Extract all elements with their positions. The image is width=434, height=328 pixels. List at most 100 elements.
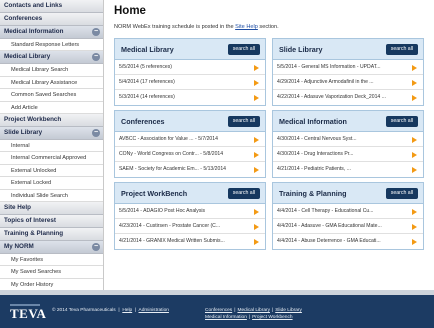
panel-row-text[interactable]: 5/5/2014 - ADAGIO Post Hoc Analysis <box>119 208 205 214</box>
panel-row-text[interactable]: 4/4/2014 - Cell Therapy - Educational Cu… <box>277 208 373 214</box>
sidebar-item-internal[interactable]: Internal <box>0 139 103 153</box>
orange-arrow-icon[interactable] <box>254 239 259 245</box>
panel-row[interactable]: 4/21/2014 - Pediatric Patients, ... <box>273 162 423 177</box>
panel-row[interactable]: SAEM - Society for Academic Em... - 5/13… <box>115 162 265 177</box>
sidebar-item-internal-commercial-approved[interactable]: Internal Commercial Approved <box>0 152 103 165</box>
panel-row-text[interactable]: 4/23/2014 - Custirsen - Prostate Cancer … <box>119 223 220 229</box>
sidebar-item-medical-library-search[interactable]: Medical Library Search <box>0 64 103 77</box>
search-all-button[interactable]: search all <box>385 44 418 55</box>
panel-row-text[interactable]: 5/5/2014 (5 references) <box>119 64 172 70</box>
panel-row-text[interactable]: 5/4/2014 (17 references) <box>119 79 175 85</box>
panel-row[interactable]: CONy - World Congress on Contr... - 5/8/… <box>115 147 265 162</box>
orange-arrow-icon[interactable] <box>412 224 417 230</box>
panel-row-text[interactable]: 4/22/2014 - Adasuve Vaporization Deck_20… <box>277 94 386 100</box>
orange-arrow-icon[interactable] <box>254 137 259 143</box>
sidebar-section-site-help[interactable]: Site Help <box>0 201 103 215</box>
sidebar-item-my-order-history[interactable]: My Order History <box>0 278 103 290</box>
orange-arrow-icon[interactable] <box>254 80 259 86</box>
panel-row-text[interactable]: 5/5/2014 - General MS Information - UPDA… <box>277 64 381 70</box>
orange-arrow-icon[interactable] <box>412 137 417 143</box>
panel-row[interactable]: 5/4/2014 (17 references) <box>115 75 265 90</box>
orange-arrow-icon[interactable] <box>254 167 259 173</box>
sidebar-item-my-saved-searches[interactable]: My Saved Searches <box>0 266 103 279</box>
collapse-minus-icon[interactable]: − <box>92 28 100 36</box>
orange-arrow-icon[interactable] <box>254 65 259 71</box>
panel-row[interactable]: 5/5/2014 (5 references) <box>115 60 265 75</box>
panel-row[interactable]: 5/5/2014 - ADAGIO Post Hoc Analysis <box>115 204 265 219</box>
footer-link-slide-library[interactable]: Slide Library <box>275 308 302 313</box>
panel-row-text[interactable]: 4/4/2014 - Abuse Deterrence - GMA Educat… <box>277 238 381 244</box>
sidebar-section-medical-library[interactable]: Medical Library − <box>0 51 103 65</box>
sidebar-section-medical-information[interactable]: Medical Information − <box>0 26 103 39</box>
footer-link-medical-information[interactable]: Medical Information <box>205 315 247 320</box>
orange-arrow-icon[interactable] <box>254 224 259 230</box>
panel-row-text[interactable]: 4/30/2014 - Central Nervous Syst... <box>277 136 357 142</box>
panel-row[interactable]: 4/30/2014 - Central Nervous Syst... <box>273 132 423 147</box>
search-all-button[interactable]: search all <box>227 116 260 127</box>
panel-row[interactable]: 4/21/2014 - GRANIX Medical Written Submi… <box>115 234 265 249</box>
sidebar-section-contacts-and-links[interactable]: Contacts and Links <box>0 0 103 13</box>
orange-arrow-icon[interactable] <box>412 65 417 71</box>
orange-arrow-icon[interactable] <box>412 80 417 86</box>
panel-row-text[interactable]: 4/30/2014 - Drug Interactions Pr... <box>277 151 353 157</box>
sidebar-item-my-favorites[interactable]: My Favorites <box>0 253 103 267</box>
orange-arrow-icon[interactable] <box>412 152 417 158</box>
panel-row[interactable]: 4/22/2014 - Adasuve Vaporization Deck_20… <box>273 90 423 105</box>
footer-help-link[interactable]: Help <box>122 308 132 313</box>
panel-row[interactable]: 4/29/2014 - Adjunctive Armodafinil in th… <box>273 75 423 90</box>
sidebar-item-external-unlocked[interactable]: External Unlocked <box>0 164 103 178</box>
orange-arrow-icon[interactable] <box>254 209 259 215</box>
panel-row[interactable]: 4/4/2014 - Adasuve - GMA Educational Mat… <box>273 219 423 234</box>
footer-link-conferences[interactable]: Conferences <box>205 308 232 313</box>
collapse-minus-icon[interactable]: − <box>92 242 100 251</box>
orange-arrow-icon[interactable] <box>254 152 259 158</box>
panel-row-text[interactable]: 4/4/2014 - Adasuve - GMA Educational Mat… <box>277 223 382 229</box>
sidebar-section-slide-library[interactable]: Slide Library − <box>0 126 103 140</box>
sidebar-label: Individual Slide Search <box>11 192 68 199</box>
sidebar-item-medical-library-assistance[interactable]: Medical Library Assistance <box>0 76 103 90</box>
orange-arrow-icon[interactable] <box>412 209 417 215</box>
footer-link-medical-library[interactable]: Medical Library <box>237 308 270 313</box>
search-all-button[interactable]: search all <box>227 44 260 55</box>
sidebar-label: My Favorites <box>11 256 44 263</box>
sidebar-section-project-workbench[interactable]: Project Workbench <box>0 113 103 127</box>
orange-arrow-icon[interactable] <box>412 167 417 173</box>
panel-project-workbench: Project WorkBench search all 5/5/2014 - AD… <box>114 182 266 250</box>
panel-row-text[interactable]: 4/21/2014 - GRANIX Medical Written Submi… <box>119 238 225 244</box>
panel-row-text[interactable]: AVBCC - Association for Value ... - 5/7/… <box>119 136 218 142</box>
sidebar-item-common-saved-searches[interactable]: Common Saved Searches <box>0 89 103 102</box>
sidebar-label: My Saved Searches <box>11 269 62 276</box>
panel-row[interactable]: 5/5/2014 - General MS Information - UPDA… <box>273 60 423 75</box>
search-all-button[interactable]: search all <box>227 188 260 199</box>
sidebar-section-topics-of-interest[interactable]: Topics of Interest <box>0 214 103 228</box>
sidebar-item-individual-slide-search[interactable]: Individual Slide Search <box>0 189 103 202</box>
panel-row-text[interactable]: 4/21/2014 - Pediatric Patients, ... <box>277 166 351 172</box>
sidebar-section-training-planning[interactable]: Training & Planning <box>0 227 103 241</box>
site-help-link[interactable]: Site Help <box>235 24 258 30</box>
sidebar-section-my-norm[interactable]: My NORM − <box>0 240 103 254</box>
sidebar-item-standard-response-letters[interactable]: Standard Response Letters <box>0 39 103 52</box>
sidebar-section-conferences[interactable]: Conferences <box>0 13 103 26</box>
sidebar-item-add-article[interactable]: Add Article <box>0 101 103 114</box>
panel-row[interactable]: AVBCC - Association for Value ... - 5/7/… <box>115 132 265 147</box>
collapse-minus-icon[interactable]: − <box>92 128 100 137</box>
footer-administration-link[interactable]: Administration <box>139 308 169 313</box>
search-all-button[interactable]: search all <box>385 116 418 127</box>
orange-arrow-icon[interactable] <box>412 239 417 245</box>
sidebar-item-external-locked[interactable]: External Locked <box>0 177 103 190</box>
footer-link-project-workbench[interactable]: Project Workbench <box>252 315 292 320</box>
panel-row-text[interactable]: 5/3/2014 (14 references) <box>119 94 175 100</box>
orange-arrow-icon[interactable] <box>412 95 417 101</box>
panel-row[interactable]: 4/4/2014 - Cell Therapy - Educational Cu… <box>273 204 423 219</box>
panel-row[interactable]: 4/30/2014 - Drug Interactions Pr... <box>273 147 423 162</box>
panel-row[interactable]: 4/4/2014 - Abuse Deterrence - GMA Educat… <box>273 234 423 249</box>
panel-row[interactable]: 5/3/2014 (14 references) <box>115 90 265 105</box>
panel-row-text[interactable]: 4/29/2014 - Adjunctive Armodafinil in th… <box>277 79 374 85</box>
sidebar-label: Internal Commercial Approved <box>11 155 87 162</box>
panel-row[interactable]: 4/23/2014 - Custirsen - Prostate Cancer … <box>115 219 265 234</box>
search-all-button[interactable]: search all <box>385 188 418 199</box>
panel-row-text[interactable]: SAEM - Society for Academic Em... - 5/13… <box>119 166 226 172</box>
collapse-minus-icon[interactable]: − <box>92 53 100 62</box>
orange-arrow-icon[interactable] <box>254 95 259 101</box>
panel-row-text[interactable]: CONy - World Congress on Contr... - 5/8/… <box>119 151 223 157</box>
